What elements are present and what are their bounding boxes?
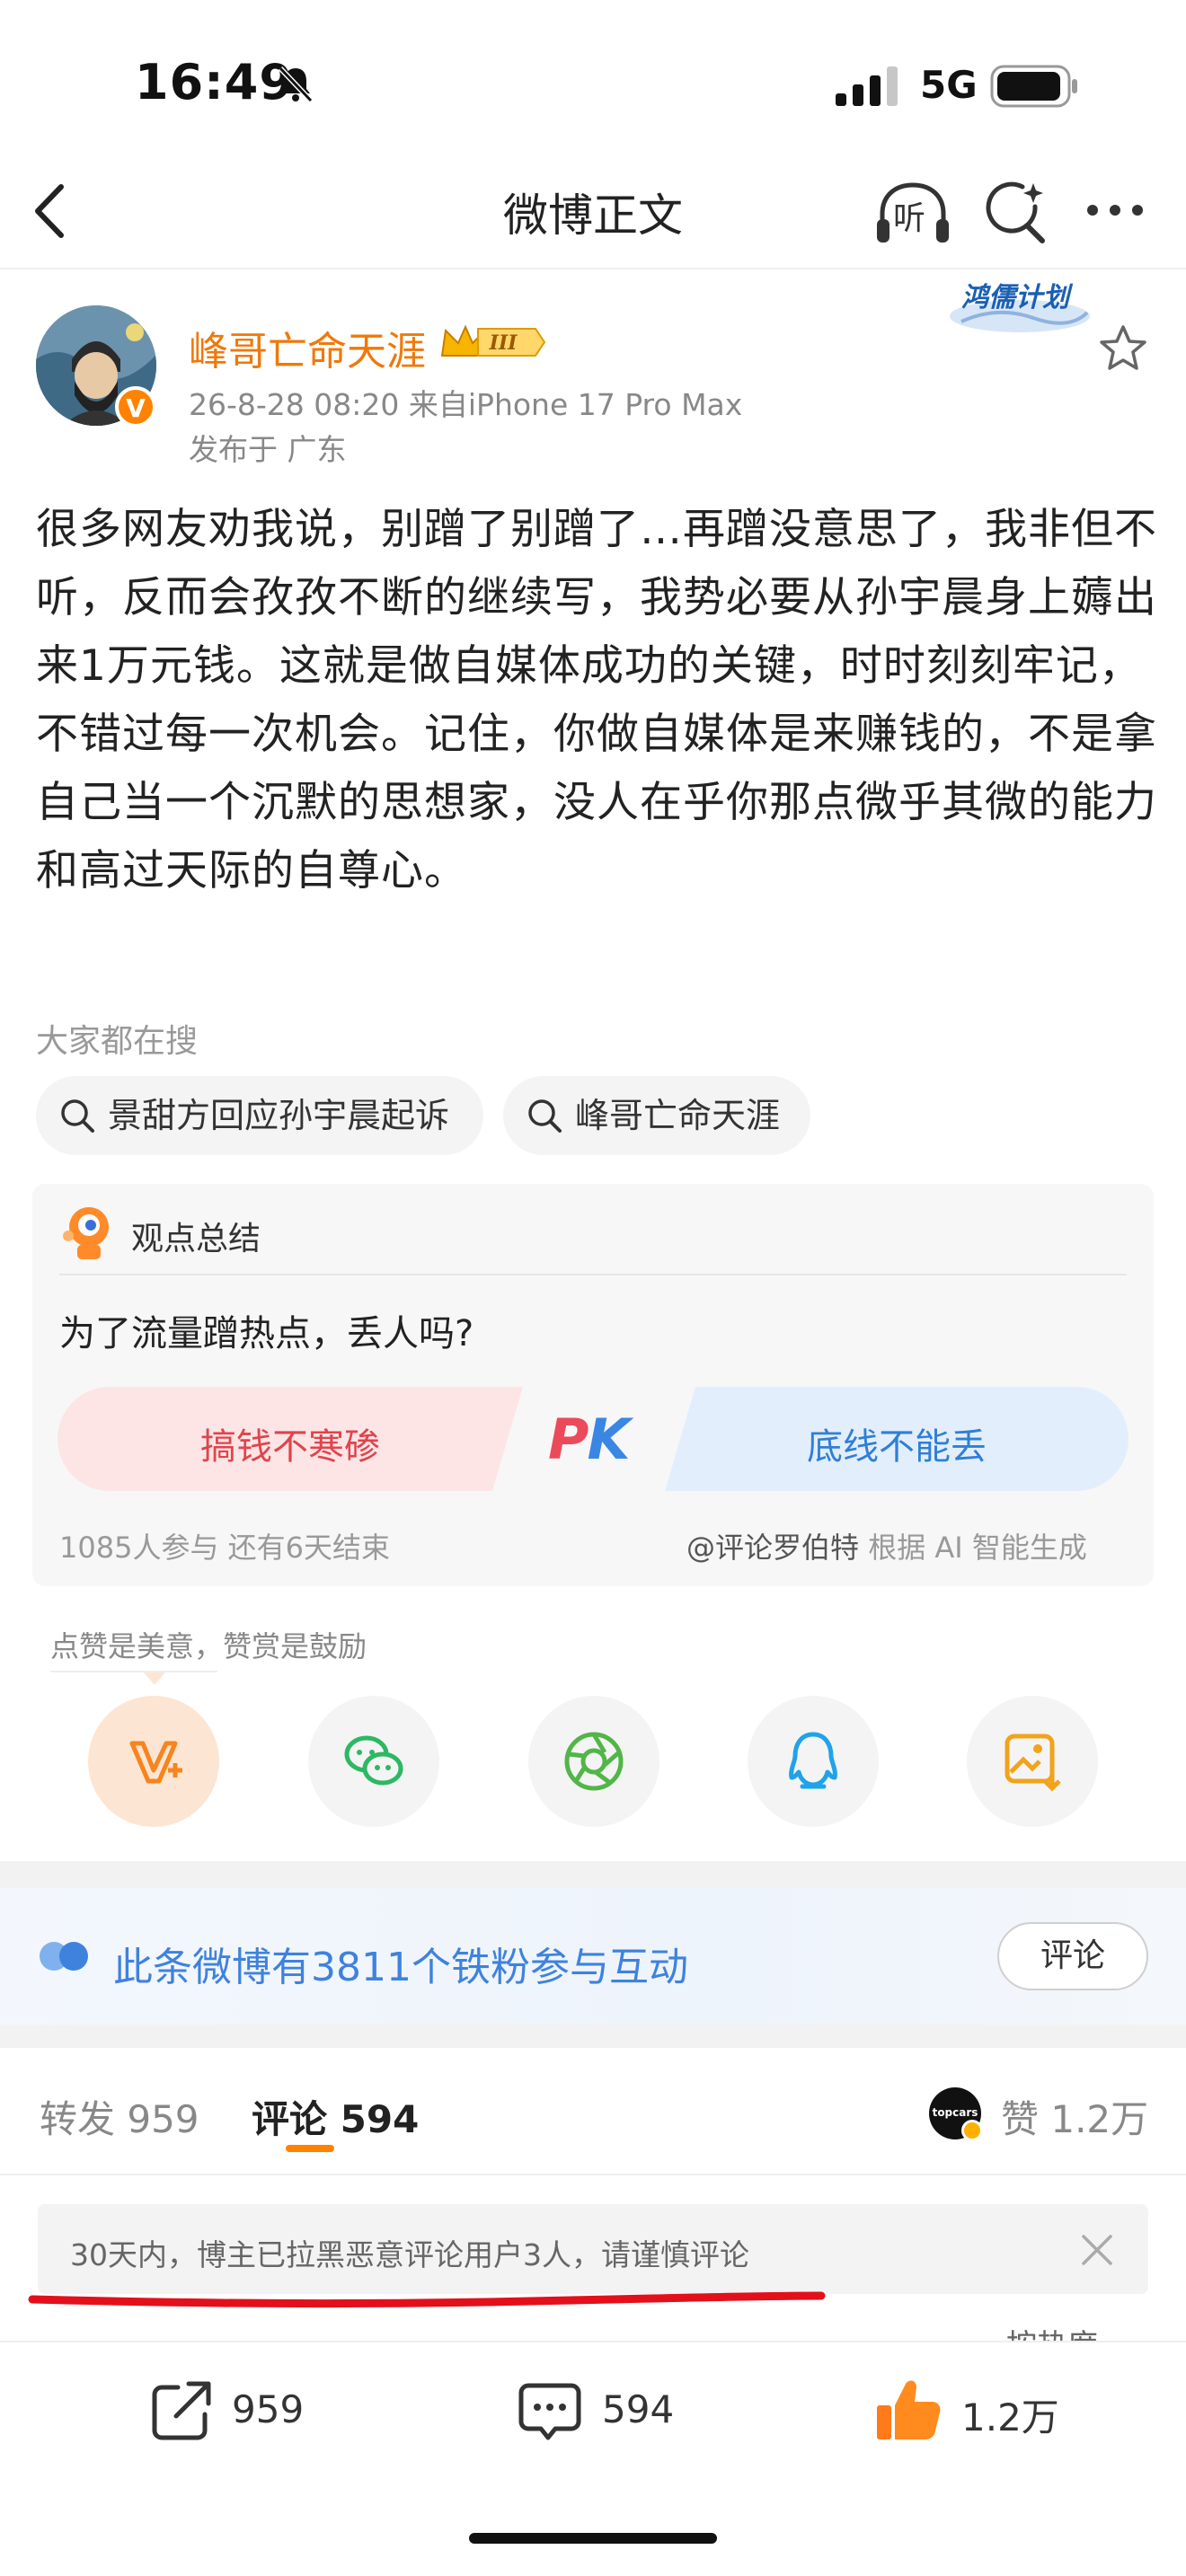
share-qq-button[interactable] [748, 1696, 879, 1827]
signal-icon [836, 66, 898, 106]
listen-label[interactable]: 听 [893, 192, 925, 239]
status-time: 16:49 [135, 54, 294, 110]
comment-notice-text: 30天内，博主已拉黑恶意评论用户3人，请谨慎评论 [70, 2237, 749, 2272]
campaign-badge[interactable]: 鸿儒计划 [961, 275, 1069, 314]
member-level-label: III [489, 331, 518, 355]
tab-repost[interactable]: 转发 959 [40, 2089, 199, 2144]
post-meta: 26-8-28 08:20 来自iPhone 17 Pro Max [189, 387, 743, 422]
battery-icon [990, 65, 1077, 108]
network-type: 5G [920, 63, 978, 107]
like-icon[interactable] [872, 2375, 943, 2447]
home-indicator[interactable] [469, 2533, 717, 2544]
active-tab-indicator [286, 2145, 334, 2152]
source-author-link[interactable]: @评论罗伯特 [686, 1531, 859, 1565]
ai-search-icon[interactable] [983, 180, 1048, 244]
wechat-icon [344, 1735, 403, 1786]
member-crown-icon[interactable]: III [438, 320, 546, 365]
trending-search-label: 大家都在搜 [36, 1023, 199, 1060]
fans-comment-button[interactable]: 评论 [997, 1922, 1148, 1990]
reward-icon [129, 1741, 182, 1784]
moments-icon [564, 1732, 624, 1791]
section-gap [0, 1861, 1186, 1888]
comment-count[interactable]: 594 [602, 2387, 674, 2431]
search-chip[interactable]: 景甜方回应孙宇晨起诉 [36, 1076, 483, 1155]
more-icon[interactable] [1084, 199, 1146, 221]
reward-button[interactable] [88, 1696, 219, 1827]
repost-count[interactable]: 959 [232, 2387, 304, 2431]
save-image-icon [1005, 1734, 1061, 1792]
search-chip[interactable]: 峰哥亡命天涯 [503, 1076, 810, 1155]
opinion-summary-label: 观点总结 [131, 1221, 261, 1257]
post-body: 很多网友劝我说，别蹭了别蹭了…再蹭没意思了，我非但不听，反而会孜孜不断的继续写，… [36, 505, 1157, 895]
liker-avatar-text: topcars [932, 2106, 978, 2119]
debate-stats: 1085人参与 还有6天结束 [59, 1531, 390, 1565]
reward-hint-underline [50, 1671, 217, 1672]
search-chip-label: 峰哥亡命天涯 [575, 1096, 781, 1135]
silent-bell-icon [278, 66, 314, 103]
card-divider [59, 1274, 1127, 1275]
comment-icon[interactable] [514, 2375, 586, 2447]
red-underline-annotation [28, 2291, 826, 2308]
verified-badge: V [115, 386, 156, 428]
tab-comments[interactable]: 评论 594 [252, 2089, 419, 2144]
iron-fans-text: 此条微博有3811个铁粉参与互动 [113, 1945, 688, 1990]
author-name[interactable]: 峰哥亡命天涯 [189, 319, 426, 376]
tabs-divider [0, 2174, 1186, 2175]
vote-option-left-label[interactable]: 搞钱不寒碜 [58, 1417, 523, 1469]
reward-hint: 点赞是美意，赞赏是鼓励 [50, 1629, 367, 1663]
share-moments-button[interactable] [528, 1696, 659, 1827]
search-icon [61, 1099, 94, 1133]
section-gap [0, 2025, 1186, 2048]
post-location: 发布于 广东 [189, 432, 347, 467]
qq-icon [789, 1732, 837, 1789]
debate-source: @评论罗伯特 根据 AI 智能生成 [686, 1531, 1087, 1565]
mascot-icon [63, 1207, 109, 1259]
sort-by-heat[interactable]: 按热度 [1006, 2321, 1098, 2341]
like-count[interactable]: 1.2万 [961, 2387, 1059, 2442]
fans-icon [40, 1942, 88, 1971]
search-icon [528, 1099, 562, 1133]
save-image-button[interactable] [967, 1696, 1098, 1827]
share-wechat-button[interactable] [308, 1696, 439, 1827]
close-icon[interactable] [1078, 2231, 1116, 2269]
liker-verified-badge [961, 2120, 983, 2141]
debate-question: 为了流量蹭热点，丢人吗? [59, 1313, 474, 1354]
vote-option-right-label[interactable]: 底线不能丢 [665, 1417, 1128, 1469]
tooltip-pointer [144, 1672, 165, 1685]
star-icon[interactable] [1098, 323, 1148, 374]
tab-likes[interactable]: 赞 1.2万 [1001, 2089, 1148, 2144]
repost-icon[interactable] [146, 2375, 217, 2447]
pk-mark: PK [548, 1407, 631, 1472]
search-chip-label: 景甜方回应孙宇晨起诉 [108, 1096, 450, 1135]
